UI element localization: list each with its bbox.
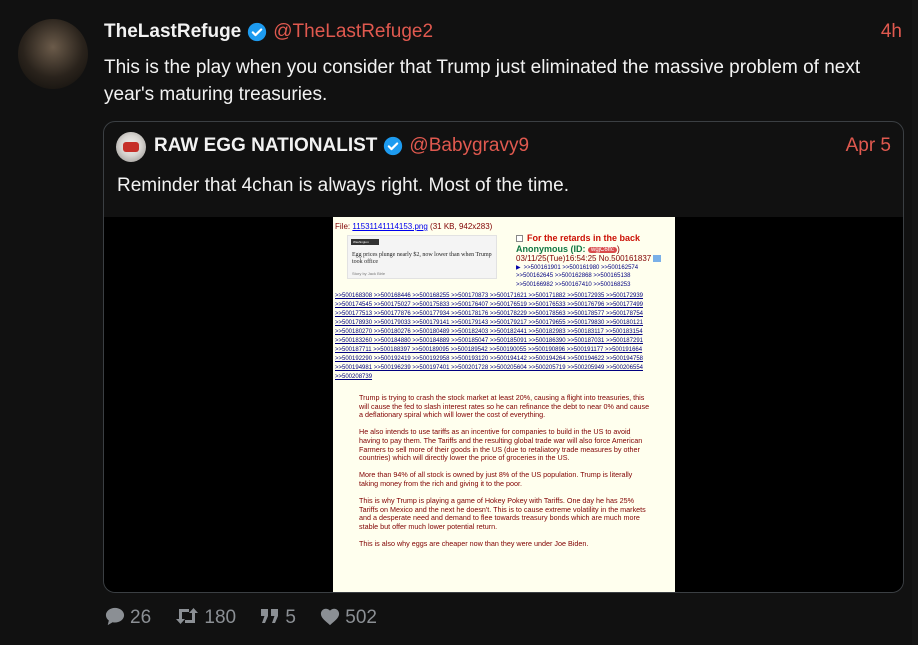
chan-datetime-text: 03/11/25(Tue)16:54:25 No.500161837	[516, 254, 652, 263]
chan-body-paragraph: This is why Trump is playing a game of H…	[359, 496, 646, 531]
chan-replies-block: >>500168308 >>500168446 >>500168255 >>50…	[335, 293, 643, 380]
repost-icon	[176, 608, 199, 624]
chan-file-info: File: 11531141114153.png (31 KB, 942x283…	[335, 222, 492, 231]
chan-file-name: 11531141114153.png	[352, 222, 428, 231]
screenshot-4chan-post: File: 11531141114153.png (31 KB, 942x283…	[333, 217, 675, 592]
chan-checkbox	[516, 235, 523, 242]
chan-subject: For the retards in the back	[516, 233, 640, 243]
post-timestamp[interactable]: 4h	[881, 20, 902, 44]
chan-poster-id-close: )	[616, 244, 620, 254]
chan-body-paragraph: More than 94% of all stock is owned by j…	[359, 470, 633, 488]
quoted-post-header: RAW EGG NATIONALIST @Babygravy9 Apr 5	[154, 134, 891, 158]
repost-button[interactable]: 180	[174, 606, 236, 629]
chan-thumb-meta: Story by Jack Birle	[352, 271, 386, 276]
chan-thumbnail: Washington Examiner Egg prices plunge ne…	[347, 235, 497, 279]
chan-replies-line3: >>500166982 >>500167410 >>500168253	[516, 282, 631, 288]
chan-flag-icon	[653, 255, 662, 262]
quoted-media[interactable]: File: 11531141114153.png (31 KB, 942x283…	[104, 217, 903, 592]
post: TheLastRefuge @TheLastRefuge2 4h This is…	[0, 0, 918, 645]
post-text: This is the play when you consider that …	[104, 57, 861, 105]
like-button[interactable]: 502	[319, 606, 377, 629]
quoted-post-timestamp[interactable]: Apr 5	[846, 134, 891, 158]
quoted-post[interactable]: RAW EGG NATIONALIST @Babygravy9 Apr 5 Re…	[103, 121, 904, 593]
author-handle[interactable]: @TheLastRefuge2	[273, 20, 433, 44]
chan-post-body: Trump is trying to crash the stock marke…	[359, 393, 651, 557]
quote-count: 5	[285, 607, 296, 628]
chan-body-paragraph: He also intends to use tariffs as an inc…	[359, 427, 643, 463]
chan-datetime: 03/11/25(Tue)16:54:25 No.500161837	[516, 254, 662, 263]
chan-replies-line1: ▶ >>500161901 >>500161980 >>500162574	[516, 264, 638, 271]
post-header: TheLastRefuge @TheLastRefuge2 4h	[104, 20, 902, 44]
quoted-post-text: Reminder that 4chan is always right. Mos…	[117, 175, 569, 196]
like-count: 502	[345, 607, 377, 628]
heart-icon	[321, 608, 340, 626]
play-arrow-icon: ▶	[516, 265, 521, 271]
chan-poster: Anonymous (ID: wgjC6ffc)	[516, 244, 620, 254]
quoted-author-handle[interactable]: @Babygravy9	[409, 134, 529, 158]
chan-thumb-headline: Egg prices plunge nearly $2, now lower t…	[352, 252, 492, 265]
chan-poster-name: Anonymous (ID:	[516, 244, 588, 254]
quoted-author-display-name[interactable]: RAW EGG NATIONALIST	[154, 134, 377, 158]
reply-button[interactable]: 26	[104, 606, 151, 629]
reply-icon	[105, 607, 125, 626]
chan-poster-id: wgjC6ffc	[588, 247, 617, 253]
chan-replies-line1-text: >>500161901 >>500161980 >>500162574	[523, 265, 639, 271]
verified-badge-icon	[384, 136, 403, 156]
chan-thumb-source: Washington Examiner	[351, 239, 379, 248]
author-display-name[interactable]: TheLastRefuge	[104, 20, 241, 44]
chan-body-paragraph: Trump is trying to crash the stock marke…	[359, 393, 650, 420]
chan-replies-line2: >>500162645 >>500162868 >>500165138	[516, 273, 631, 279]
quote-button[interactable]: 5	[259, 606, 296, 629]
quote-icon	[261, 609, 279, 623]
chan-subject-text: For the retards in the back	[527, 233, 641, 243]
chan-file-meta: (31 KB, 942x283)	[427, 222, 493, 231]
chan-file-prefix: File:	[335, 222, 353, 231]
post-actions: 26 180 5 502	[104, 606, 395, 630]
repost-count: 180	[204, 607, 237, 628]
reply-count: 26	[130, 607, 152, 628]
quoted-author-avatar[interactable]	[116, 132, 146, 162]
verified-badge-icon	[248, 22, 267, 42]
chan-body-paragraph: This is also why eggs are cheaper now th…	[359, 539, 589, 549]
scrollbar[interactable]	[912, 0, 918, 645]
author-avatar[interactable]	[18, 19, 88, 89]
